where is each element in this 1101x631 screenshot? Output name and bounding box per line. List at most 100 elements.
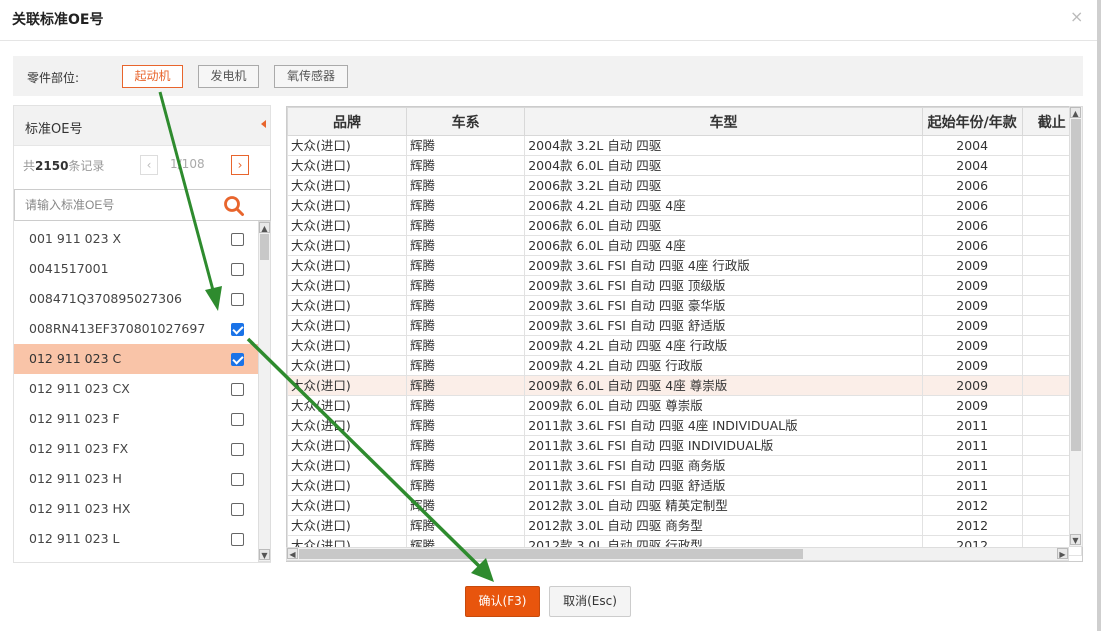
collapse-arrow-icon[interactable] [261,120,266,128]
table-cell: 2004 [921,155,1023,176]
part-button-starter[interactable]: 起动机 [122,65,183,88]
oe-checkbox[interactable] [231,353,244,366]
oe-list-item[interactable]: 012 911 023 C [14,344,258,374]
table-cell: 大众(进口) [287,275,407,296]
oe-list-scrollbar[interactable] [258,221,271,562]
oe-code: 012 911 023 F [29,411,120,426]
oe-search-input[interactable] [15,190,225,220]
part-button-alternator[interactable]: 发电机 [198,65,259,88]
table-row[interactable]: 大众(进口) 辉腾 2009款 4.2L 自动 四驱 4座 行政版 2009 [287,335,1082,356]
table-cell: 辉腾 [405,215,526,236]
oe-list-item[interactable]: 001 911 023 X [14,224,258,254]
oe-code: 008471Q370895027306 [29,291,182,306]
table-row[interactable]: 大众(进口) 辉腾 2009款 6.0L 自动 四驱 尊崇版 2009 [287,395,1082,416]
table-row[interactable]: 大众(进口) 辉腾 2012款 3.0L 自动 四驱 精英定制型 2012 [287,495,1082,516]
table-cell: 辉腾 [405,515,526,536]
table-cell: 2011款 3.6L FSI 自动 四驱 INDIVIDUAL版 [524,435,923,456]
oe-list-item[interactable]: 012 911 023 F [14,404,258,434]
table-cell: 大众(进口) [287,135,407,156]
oe-list: 001 911 023 X 0041517001 008471Q3708950273… [14,224,258,560]
cancel-button[interactable]: 取消(Esc) [549,586,631,617]
table-cell: 辉腾 [405,495,526,516]
table-row[interactable]: 大众(进口) 辉腾 2009款 3.6L FSI 自动 四驱 4座 行政版 2009 [287,255,1082,276]
table-cell: 辉腾 [405,275,526,296]
oe-checkbox[interactable] [231,533,244,546]
table-horizontal-scroll-thumb[interactable] [299,549,803,559]
column-header[interactable]: 起始年份/年款 [921,107,1023,136]
table-row[interactable]: 大众(进口) 辉腾 2004款 3.2L 自动 四驱 2004 [287,135,1082,156]
oe-checkbox[interactable] [231,263,244,276]
table-row[interactable]: 大众(进口) 辉腾 2011款 3.6L FSI 自动 四驱 舒适版 2011 [287,475,1082,496]
vehicle-table: 品牌 车系 车型 起始年份/年款 截止 大众(进口) 辉腾 2004款 3.2L 自动 四驱… [287,107,1082,556]
table-row[interactable]: 大众(进口) 辉腾 2006款 6.0L 自动 四驱 4座 2006 [287,235,1082,256]
table-cell: 大众(进口) [287,215,407,236]
table-cell: 2009款 4.2L 自动 四驱 4座 行政版 [524,335,923,356]
next-page-button[interactable]: › [231,155,249,175]
table-cell: 大众(进口) [287,455,407,476]
table-cell: 辉腾 [405,375,526,396]
oe-checkbox[interactable] [231,293,244,306]
oe-list-item[interactable]: 0041517001 [14,254,258,284]
table-cell: 2009款 6.0L 自动 四驱 4座 尊崇版 [524,375,923,396]
part-button-oxygen-sensor[interactable]: 氧传感器 [274,65,348,88]
oe-list-item[interactable]: 008RN413EF370801027697 [14,314,258,344]
search-icon[interactable] [222,194,246,218]
table-row[interactable]: 大众(进口) 辉腾 2006款 3.2L 自动 四驱 2006 [287,175,1082,196]
oe-checkbox[interactable] [231,443,244,456]
table-cell: 2009 [921,355,1023,376]
close-icon[interactable]: × [1070,7,1083,26]
table-row[interactable]: 大众(进口) 辉腾 2011款 3.6L FSI 自动 四驱 INDIVIDUAL版… [287,435,1082,456]
oe-list-item[interactable]: 008471Q370895027306 [14,284,258,314]
table-row[interactable]: 大众(进口) 辉腾 2004款 6.0L 自动 四驱 2004 [287,155,1082,176]
prev-page-button[interactable]: ‹ [140,155,158,175]
oe-list-item[interactable]: 012 911 023 H [14,464,258,494]
record-count: 共2150条记录 [23,157,104,174]
table-row[interactable]: 大众(进口) 辉腾 2009款 6.0L 自动 四驱 4座 尊崇版 2009 [287,375,1082,396]
table-row[interactable]: 大众(进口) 辉腾 2009款 3.6L FSI 自动 四驱 顶级版 2009 [287,275,1082,296]
table-cell: 大众(进口) [287,195,407,216]
table-row[interactable]: 大众(进口) 辉腾 2009款 4.2L 自动 四驱 行政版 2009 [287,355,1082,376]
confirm-button[interactable]: 确认(F3) [465,586,540,617]
column-header[interactable]: 车系 [405,107,526,136]
table-row[interactable]: 大众(进口) 辉腾 2011款 3.6L FSI 自动 四驱 商务版 2011 [287,455,1082,476]
table-row[interactable]: 大众(进口) 辉腾 2006款 6.0L 自动 四驱 2006 [287,215,1082,236]
table-scroll-left-icon[interactable]: ◀ [287,548,298,559]
table-cell: 2004 [921,135,1023,156]
column-header[interactable]: 车型 [524,107,923,136]
oe-checkbox[interactable] [231,413,244,426]
table-cell: 2012款 3.0L 自动 四驱 商务型 [524,515,923,536]
oe-checkbox[interactable] [231,323,244,336]
oe-list-item[interactable]: 012 911 023 L [14,524,258,554]
table-row[interactable]: 大众(进口) 辉腾 2012款 3.0L 自动 四驱 商务型 2012 [287,515,1082,536]
oe-list-item[interactable]: 012 911 023 CX [14,374,258,404]
oe-list-item[interactable]: 012 911 023 FX [14,434,258,464]
table-cell: 大众(进口) [287,315,407,336]
table-scroll-down-icon[interactable]: ▼ [1070,534,1081,545]
record-suffix: 条记录 [68,159,105,173]
table-cell: 2009款 3.6L FSI 自动 四驱 顶级版 [524,275,923,296]
table-cell: 辉腾 [405,355,526,376]
table-row[interactable]: 大众(进口) 辉腾 2009款 3.6L FSI 自动 四驱 豪华版 2009 [287,295,1082,316]
table-row[interactable]: 大众(进口) 辉腾 2009款 3.6L FSI 自动 四驱 舒适版 2009 [287,315,1082,336]
table-cell: 2009 [921,395,1023,416]
table-cell: 2011款 3.6L FSI 自动 四驱 商务版 [524,455,923,476]
table-cell: 2006款 6.0L 自动 四驱 4座 [524,235,923,256]
scroll-down-icon[interactable]: ▼ [259,549,270,560]
column-header[interactable]: 品牌 [287,107,407,136]
oe-checkbox[interactable] [231,503,244,516]
part-filter-label: 零件部位: [27,71,80,85]
table-row[interactable]: 大众(进口) 辉腾 2011款 3.6L FSI 自动 四驱 4座 INDIVIDU… [287,415,1082,436]
oe-list-scroll-thumb[interactable] [260,234,269,260]
oe-list-item[interactable]: 012 911 023 HX [14,494,258,524]
oe-code: 008RN413EF370801027697 [29,321,206,336]
table-cell: 大众(进口) [287,495,407,516]
table-scroll-right-icon[interactable]: ▶ [1057,548,1068,559]
oe-checkbox[interactable] [231,473,244,486]
table-scroll-up-icon[interactable]: ▲ [1070,107,1081,118]
oe-panel-title: 标准OE号 [25,122,83,137]
table-vertical-scroll-thumb[interactable] [1071,119,1081,451]
scroll-up-icon[interactable]: ▲ [259,222,270,233]
oe-checkbox[interactable] [231,233,244,246]
table-row[interactable]: 大众(进口) 辉腾 2006款 4.2L 自动 四驱 4座 2006 [287,195,1082,216]
oe-checkbox[interactable] [231,383,244,396]
